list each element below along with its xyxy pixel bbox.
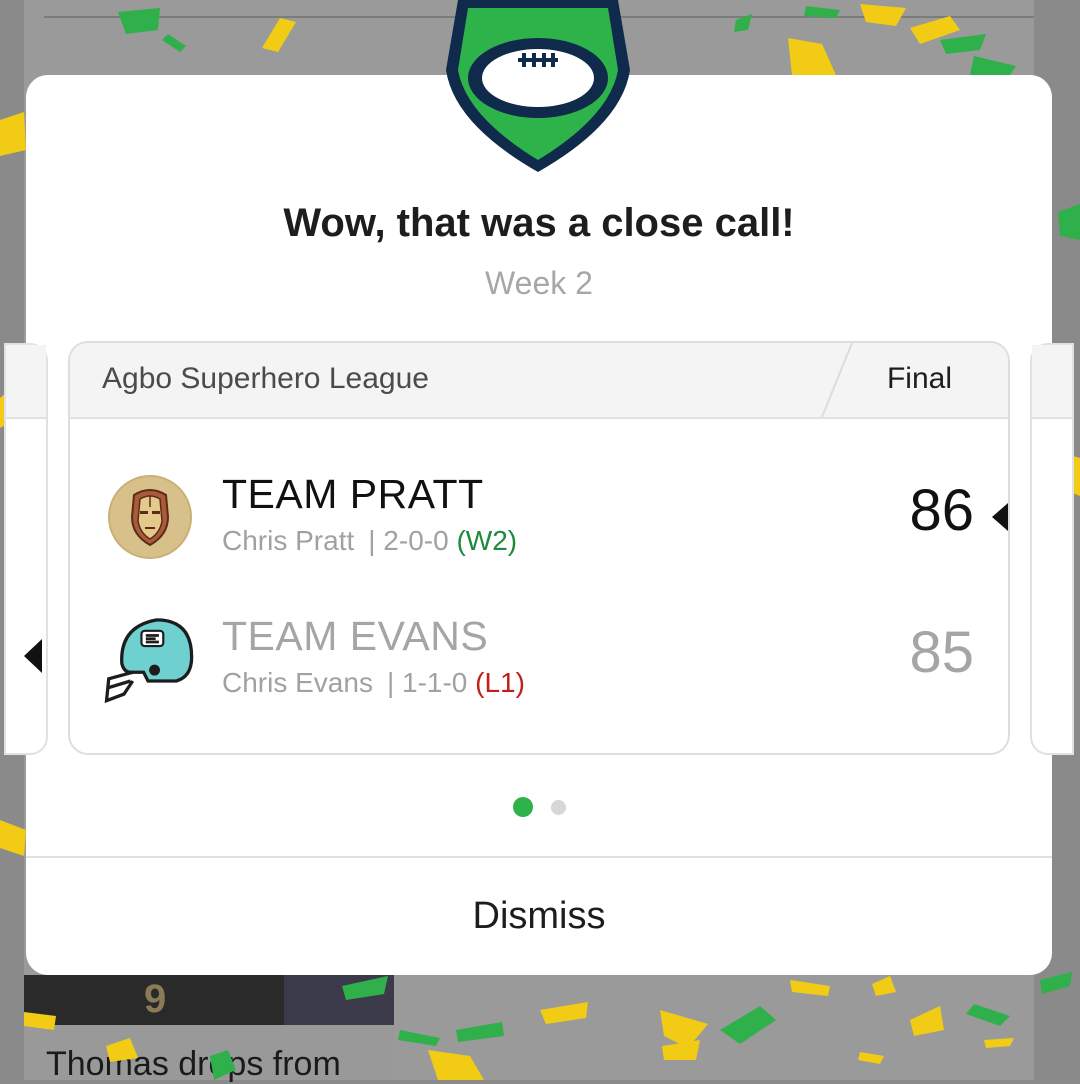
team-owner: Chris Evans	[222, 667, 373, 698]
close-call-modal: Wow, that was a close call! Week 2 Agbo …	[4, 75, 1074, 975]
next-matchup-card[interactable]	[1030, 343, 1074, 755]
team-owner-record: Chris Pratt | 2-0-0 (W2)	[222, 525, 517, 557]
winner-indicator-icon	[992, 503, 1008, 531]
matchup-card-header: Agbo Superhero League Final	[70, 343, 1008, 419]
team-row-evans[interactable]: TEAM EVANS Chris Evans | 1-1-0 (L1) 85	[70, 605, 1008, 715]
league-name: Agbo Superhero League	[102, 362, 429, 395]
team-streak: (L1)	[475, 667, 525, 698]
carousel-pager	[26, 797, 1052, 817]
matchup-status: Final	[886, 362, 952, 395]
team-name: TEAM PRATT	[222, 471, 484, 517]
previous-matchup-card[interactable]	[4, 343, 48, 755]
pager-dot[interactable]	[550, 799, 566, 815]
team-name: TEAM EVANS	[222, 613, 489, 659]
football-helmet-icon	[104, 618, 194, 704]
team-record: | 1-1-0	[386, 667, 468, 698]
matchup-card[interactable]: Agbo Superhero League Final TEAM PRATT C…	[68, 341, 1010, 755]
football-shield-icon	[446, 0, 630, 172]
team-streak: (W2)	[456, 525, 518, 556]
modal-title: Wow, that was a close call!	[283, 201, 795, 245]
team-owner: Chris Pratt	[222, 525, 355, 556]
team-score: 85	[909, 620, 974, 685]
dismiss-button[interactable]: Dismiss	[26, 858, 1052, 975]
team-owner-record: Chris Evans | 1-1-0 (L1)	[222, 667, 525, 699]
team-row-pratt[interactable]: TEAM PRATT Chris Pratt | 2-0-0 (W2) 86	[70, 463, 1008, 573]
previous-card-arrow-icon	[24, 639, 42, 673]
iron-man-helmet-icon	[108, 475, 192, 559]
modal-subtitle-week: Week 2	[485, 265, 593, 301]
team-record: | 2-0-0	[368, 525, 449, 556]
team-score: 86	[909, 478, 974, 543]
pager-dot-active[interactable]	[512, 797, 533, 817]
